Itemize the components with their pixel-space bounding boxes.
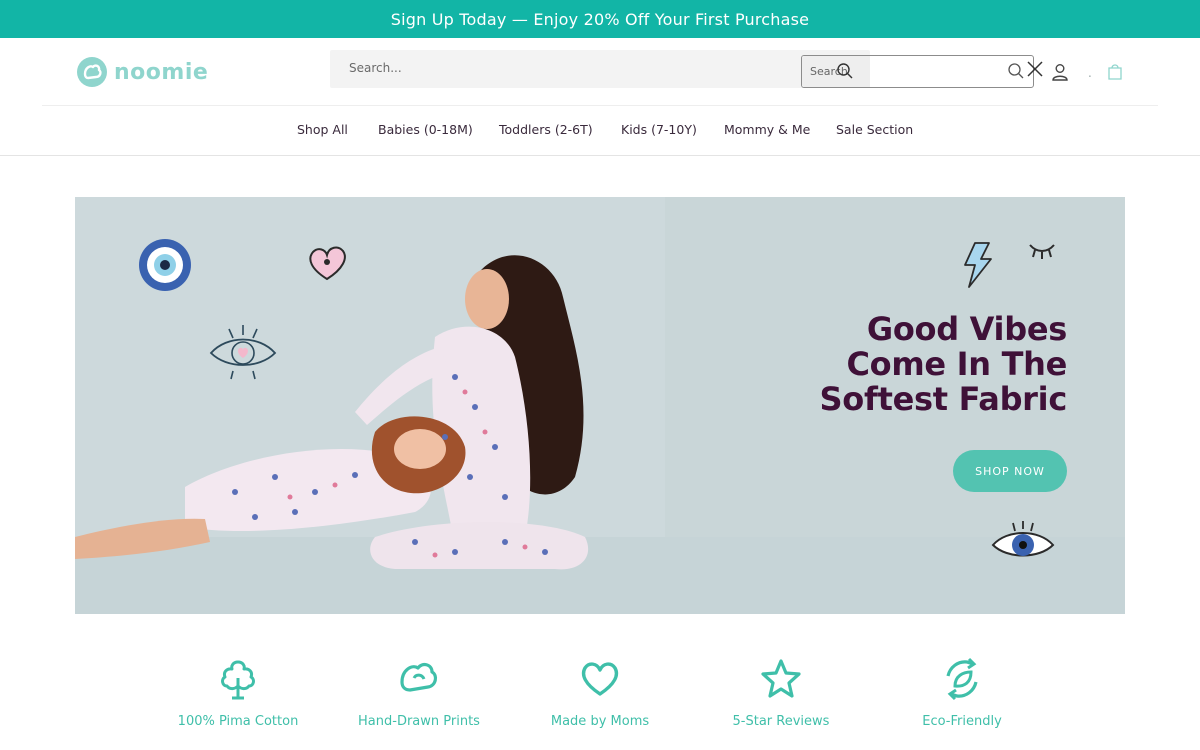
- feature-label: Made by Moms: [550, 714, 650, 729]
- search-placeholder: Search...: [349, 61, 402, 75]
- feature-label: 100% Pima Cotton: [177, 714, 299, 729]
- heart-icon: [581, 662, 619, 696]
- feature-hand-drawn: Hand-Drawn Prints: [329, 650, 509, 729]
- feature-five-star: 5-Star Reviews: [691, 650, 871, 729]
- hero-headline: Good Vibes Come In The Softest Fabric: [737, 310, 1068, 418]
- nav-item-toddlers[interactable]: Toddlers (2-6T): [499, 122, 593, 137]
- account-icon[interactable]: [1050, 62, 1070, 82]
- nav-divider: [0, 155, 1200, 156]
- cart-icon[interactable]: [1106, 62, 1124, 80]
- hero-headline-line-1: Good Vibes: [866, 310, 1067, 348]
- search-input[interactable]: Search...: [330, 50, 870, 88]
- search-icon[interactable]: [836, 62, 854, 80]
- lightning-doodle: [964, 242, 992, 288]
- star-icon: [761, 659, 801, 698]
- search-popup-field[interactable]: Search: [802, 56, 870, 87]
- features-strip: 100% Pima Cotton Hand-Drawn Prints Made …: [0, 650, 1200, 750]
- main-nav: Shop All Babies (0-18M) Toddlers (2-6T) …: [0, 106, 1200, 155]
- feature-pima-cotton: 100% Pima Cotton: [148, 650, 328, 729]
- search-submit-icon[interactable]: [1007, 62, 1025, 80]
- feature-label: Eco-Friendly: [922, 714, 1002, 729]
- announcement-text[interactable]: Sign Up Today — Enjoy 20% Off Your First…: [391, 10, 809, 29]
- nav-item-mommy-me[interactable]: Mommy & Me: [724, 122, 810, 137]
- nav-item-shop-all[interactable]: Shop All: [297, 122, 348, 137]
- cotton-icon: [221, 660, 255, 700]
- hero-photo: [75, 255, 589, 570]
- nav-item-sale[interactable]: Sale Section: [836, 122, 913, 137]
- brand-logo[interactable]: noomie: [76, 55, 208, 89]
- hero-banner[interactable]: Good Vibes Come In The Softest Fabric SH…: [75, 197, 1125, 614]
- announcement-bar[interactable]: Sign Up Today — Enjoy 20% Off Your First…: [0, 0, 1200, 38]
- feature-label: Hand-Drawn Prints: [358, 714, 480, 729]
- feature-eco-friendly: Eco-Friendly: [872, 650, 1052, 729]
- search-popup[interactable]: Search: [801, 55, 1034, 88]
- feature-label: 5-Star Reviews: [732, 714, 830, 729]
- feature-made-by-moms: Made by Moms: [510, 650, 690, 729]
- hero-headline-line-3: Softest Fabric: [819, 380, 1068, 418]
- shop-now-button[interactable]: SHOP NOW: [953, 450, 1067, 492]
- nav-item-kids[interactable]: Kids (7-10Y): [621, 122, 697, 137]
- hero-headline-line-2: Come In The: [846, 345, 1068, 383]
- logo-icon: [77, 57, 107, 87]
- separator: .: [1088, 66, 1092, 80]
- wink-doodle: [1029, 244, 1055, 259]
- close-icon[interactable]: [1026, 60, 1044, 78]
- eye-doodle-right: [991, 521, 1055, 557]
- logo-text: noomie: [114, 59, 209, 85]
- eco-icon: [946, 657, 978, 701]
- nav-item-babies[interactable]: Babies (0-18M): [378, 122, 473, 137]
- hand-drawn-icon: [400, 662, 438, 692]
